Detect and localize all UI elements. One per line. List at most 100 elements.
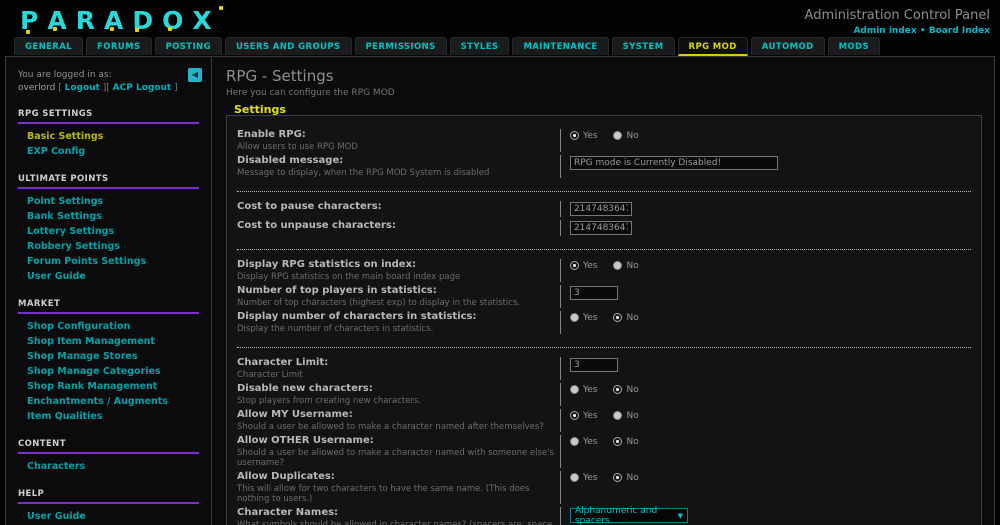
- sidebar-item-robbery-settings[interactable]: Robbery Settings: [18, 239, 199, 254]
- tab-automod[interactable]: AUTOMOD: [750, 37, 825, 55]
- sidebar-item-shop-manage-categories[interactable]: Shop Manage Categories: [18, 364, 199, 379]
- setting-control-cell: Yes No: [559, 435, 971, 468]
- tab-users-and-groups[interactable]: USERS AND GROUPS: [224, 37, 352, 55]
- tab-permissions[interactable]: PERMISSIONS: [354, 37, 447, 55]
- setting-row-cost-to-pause-characters: Cost to pause characters:: [237, 201, 971, 217]
- setting-description: What symbols should be allowed in charac…: [237, 520, 555, 525]
- radio-no[interactable]: [613, 473, 623, 482]
- tab-maintenance[interactable]: MAINTENANCE: [512, 37, 609, 55]
- acp-logout-link[interactable]: ACP Logout: [113, 83, 172, 93]
- sidebar-item-item-qualities[interactable]: Item Qualities: [18, 409, 199, 424]
- setting-description: Should a user be allowed to make a chara…: [237, 422, 544, 432]
- radio-yes[interactable]: [569, 313, 579, 322]
- text-input-cost-to-unpause-characters[interactable]: [569, 221, 632, 235]
- select-character-names[interactable]: Alphanumeric and spacers ▼: [569, 505, 688, 525]
- sidebar-item-shop-configuration[interactable]: Shop Configuration: [18, 319, 199, 334]
- radio-no[interactable]: [613, 131, 623, 140]
- menu-rule: [18, 312, 199, 314]
- setting-label-cell: Character Names: What symbols should be a…: [237, 507, 560, 525]
- setting-description: This will allow for two characters to ha…: [237, 484, 530, 504]
- setting-row-cost-to-unpause-characters: Cost to unpause characters:: [237, 220, 971, 236]
- select-value: Alphanumeric and spacers: [574, 505, 658, 525]
- tab-rpg-mod[interactable]: RPG MOD: [677, 37, 748, 56]
- text-input-cost-to-pause-characters[interactable]: [569, 202, 632, 216]
- tab-system[interactable]: SYSTEM: [611, 37, 675, 55]
- setting-control-cell: Yes No: [559, 259, 971, 282]
- setting-label: Cost to pause characters:: [237, 201, 382, 212]
- text-input-number-of-top-players-in-statistics[interactable]: [569, 286, 618, 300]
- board-index-link[interactable]: Board Index: [929, 26, 990, 36]
- radio-yes[interactable]: [569, 385, 579, 394]
- setting-label-cell: Number of top players in statistics: Numb…: [237, 285, 560, 308]
- radio-no[interactable]: [613, 437, 623, 446]
- tab-mods[interactable]: MODS: [827, 37, 881, 55]
- radio-label-no: No: [626, 261, 639, 271]
- setting-description: Message to display, when the RPG MOD Sys…: [237, 168, 490, 178]
- settings-panel: Settings Enable RPG: Allow users to use R…: [226, 103, 982, 525]
- bracket: ]: [174, 83, 178, 93]
- sidebar-item-shop-item-management[interactable]: Shop Item Management: [18, 334, 199, 349]
- tab-general[interactable]: GENERAL: [14, 37, 84, 55]
- logout-link[interactable]: Logout: [65, 83, 100, 93]
- radio-no[interactable]: [613, 385, 623, 394]
- sidebar-item-shop-manage-stores[interactable]: Shop Manage Stores: [18, 349, 199, 364]
- tab-posting[interactable]: POSTING: [154, 37, 222, 55]
- sidebar-item-user-guide[interactable]: User Guide: [18, 509, 199, 524]
- radio-yes[interactable]: [569, 261, 579, 270]
- logo-letter: P: [20, 6, 48, 35]
- setting-description: Display the number of characters in stat…: [237, 324, 434, 334]
- radio-no[interactable]: [613, 411, 623, 420]
- radio-no[interactable]: [613, 261, 623, 270]
- tab-forums[interactable]: FORUMS: [86, 37, 152, 55]
- sidebar-item-point-settings[interactable]: Point Settings: [18, 194, 199, 209]
- sidebar-item-characters[interactable]: Characters: [18, 459, 199, 474]
- tab-styles[interactable]: STYLES: [449, 37, 510, 55]
- text-input-character-limit[interactable]: [569, 358, 618, 372]
- setting-label: Disabled message:: [237, 155, 344, 166]
- setting-row-number-of-top-players-in-statistics: Number of top players in statistics: Numb…: [237, 285, 971, 308]
- page-subtitle: Here you can configure the RPG MOD: [226, 88, 395, 98]
- setting-description: Allow users to use RPG MOD: [237, 142, 358, 152]
- radio-yes[interactable]: [569, 411, 579, 420]
- text-input-disabled-message[interactable]: [569, 156, 778, 170]
- setting-label-cell: Disable new characters: Stop players from…: [237, 383, 560, 406]
- logo-dot-icon: [109, 27, 114, 31]
- setting-label-cell: Enable RPG: Allow users to use RPG MOD: [237, 129, 560, 152]
- link-separator: •: [919, 26, 926, 36]
- sidebar-item-exp-config[interactable]: EXP Config: [18, 144, 199, 159]
- setting-row-allow-other-username: Allow OTHER Username: Should a user be al…: [237, 435, 971, 468]
- sidebar-item-shop-rank-management[interactable]: Shop Rank Management: [18, 379, 199, 394]
- setting-control-cell: [559, 220, 971, 236]
- setting-row-display-rpg-statistics-on-index: Display RPG statistics on index: Display …: [237, 259, 971, 282]
- sidebar-item-user-guide[interactable]: User Guide: [18, 269, 199, 284]
- setting-control-cell: Alphanumeric and spacers ▼: [559, 505, 971, 525]
- menu-section-content: CONTENT Characters: [18, 439, 199, 474]
- menu-section-title: CONTENT: [18, 439, 66, 449]
- paradox-logo: P A RA D O X: [20, 6, 223, 35]
- logo-dot-icon: [218, 6, 223, 10]
- header: P A RA D O X Administration Control Panel Adm…: [0, 0, 1000, 56]
- radio-label-yes: Yes: [582, 437, 598, 447]
- sidebar-item-forum-points-settings[interactable]: Forum Points Settings: [18, 254, 199, 269]
- main-container: ◀ You are logged in as: overlord [ Logou…: [5, 56, 995, 525]
- sidebar-item-basic-settings[interactable]: Basic Settings: [18, 129, 199, 144]
- sidebar-item-lottery-settings[interactable]: Lottery Settings: [18, 224, 199, 239]
- sidebar-item-bank-settings[interactable]: Bank Settings: [18, 209, 199, 224]
- setting-control-cell: [559, 285, 971, 308]
- radio-yes[interactable]: [569, 437, 579, 446]
- setting-label: Allow Duplicates:: [237, 471, 335, 482]
- menu-section-title: ULTIMATE POINTS: [18, 174, 109, 184]
- logo-dot-icon: [168, 27, 173, 31]
- radio-yes[interactable]: [569, 473, 579, 482]
- setting-label: Display RPG statistics on index:: [237, 259, 417, 270]
- setting-control-cell: Yes No: [559, 311, 971, 334]
- radio-yes[interactable]: [569, 131, 579, 140]
- radio-no[interactable]: [613, 313, 623, 322]
- radio-label-yes: Yes: [582, 261, 598, 271]
- acp-title: Administration Control Panel: [804, 8, 990, 23]
- sidebar-collapse-button[interactable]: ◀: [188, 68, 202, 82]
- sidebar-item-enchantments-augments[interactable]: Enchantments / Augments: [18, 394, 199, 409]
- sidebar-menu: RPG SETTINGS Basic Settings EXP Config ULTI…: [18, 109, 199, 525]
- logo-dot-icon: [135, 28, 140, 32]
- setting-label-cell: Display number of characters in statisti…: [237, 311, 560, 334]
